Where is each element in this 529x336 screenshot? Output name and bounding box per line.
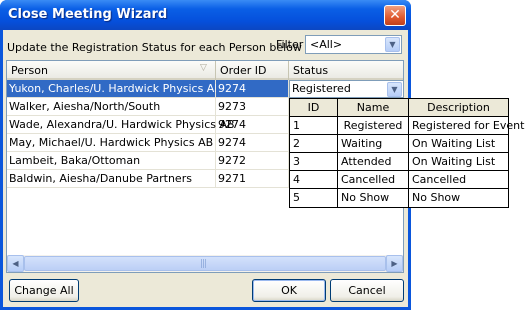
- sort-indicator-icon: ▽: [200, 63, 207, 73]
- dropdown-header-description: Description: [409, 99, 508, 117]
- dropdown-option-id[interactable]: 5: [290, 189, 338, 207]
- status-dropdown-list: ID Name Description 1 Registered Registe…: [289, 98, 524, 208]
- chevron-down-icon[interactable]: ▼: [385, 37, 400, 52]
- dropdown-option-name[interactable]: Registered: [338, 117, 409, 135]
- horizontal-scrollbar[interactable]: ◀ ||| ▶: [7, 255, 403, 272]
- person-cell[interactable]: Walker, Aiesha/North/South: [7, 98, 216, 116]
- order-id-cell[interactable]: 9272: [216, 152, 289, 170]
- dropdown-option-description[interactable]: Cancelled: [409, 171, 508, 189]
- filter-value: <All>: [310, 38, 343, 51]
- dropdown-option-description[interactable]: On Waiting List: [409, 135, 508, 153]
- dropdown-option-name[interactable]: Attended: [338, 153, 409, 171]
- scroll-left-button[interactable]: ◀: [7, 255, 24, 272]
- dropdown-option-id[interactable]: 2: [290, 135, 338, 153]
- ok-button[interactable]: OK: [252, 279, 326, 302]
- dropdown-option-description[interactable]: No Show: [409, 189, 508, 207]
- close-button[interactable]: ✕: [384, 5, 406, 26]
- dropdown-option-description[interactable]: Registered for Event: [409, 117, 524, 135]
- column-header-label: Person: [11, 64, 48, 77]
- chevron-down-icon[interactable]: ▼: [387, 82, 402, 97]
- dropdown-option-name[interactable]: No Show: [338, 189, 409, 207]
- status-editor-value: Registered: [292, 82, 351, 95]
- order-id-cell[interactable]: 9274: [216, 80, 289, 98]
- instruction-text: Update the Registration Status for each …: [7, 41, 302, 54]
- scroll-right-button[interactable]: ▶: [386, 255, 403, 272]
- dropdown-option-name[interactable]: Cancelled: [338, 171, 409, 189]
- order-id-cell[interactable]: 9271: [216, 170, 289, 188]
- person-cell[interactable]: Wade, Alexandra/U. Hardwick Physics AB: [7, 116, 235, 134]
- column-header-person[interactable]: Person ▽: [7, 61, 216, 80]
- close-icon: ✕: [389, 7, 401, 23]
- status-combo-editor[interactable]: Registered ▼: [289, 80, 403, 98]
- title-bar[interactable]: Close Meeting Wizard ✕: [0, 0, 411, 30]
- person-cell[interactable]: Yukon, Charles/U. Hardwick Physics AB: [7, 80, 222, 98]
- dropdown-option-id[interactable]: 4: [290, 171, 338, 189]
- column-header-status[interactable]: Status: [289, 61, 403, 80]
- filter-label: Filter: [276, 38, 304, 51]
- window-title: Close Meeting Wizard: [8, 7, 168, 22]
- scrollbar-thumb[interactable]: |||: [24, 256, 386, 271]
- dropdown-option-id[interactable]: 3: [290, 153, 338, 171]
- grip-icon: |||: [200, 259, 207, 269]
- column-header-order-id[interactable]: Order ID: [216, 61, 289, 80]
- dropdown-option-description[interactable]: On Waiting List: [409, 153, 508, 171]
- column-header-label: Order ID: [220, 64, 267, 77]
- change-all-button[interactable]: Change All: [9, 279, 79, 302]
- dropdown-option-id[interactable]: 1: [290, 117, 338, 135]
- filter-select[interactable]: <All> ▼: [305, 35, 402, 54]
- person-cell[interactable]: May, Michael/U. Hardwick Physics AB: [7, 134, 216, 152]
- column-header-label: Status: [293, 64, 329, 77]
- dropdown-option-name[interactable]: Waiting: [338, 135, 409, 153]
- dropdown-header-name: Name: [338, 99, 409, 117]
- order-id-cell[interactable]: 9273: [216, 98, 289, 116]
- grid-header: Person ▽ Order ID Status: [7, 61, 403, 80]
- order-id-cell[interactable]: 9274: [216, 116, 289, 134]
- person-cell[interactable]: Baldwin, Aiesha/Danube Partners: [7, 170, 216, 188]
- order-id-cell[interactable]: 9274: [216, 134, 289, 152]
- person-cell[interactable]: Lambeit, Baka/Ottoman: [7, 152, 216, 170]
- cancel-button[interactable]: Cancel: [330, 279, 404, 302]
- dropdown-header-id: ID: [290, 99, 338, 117]
